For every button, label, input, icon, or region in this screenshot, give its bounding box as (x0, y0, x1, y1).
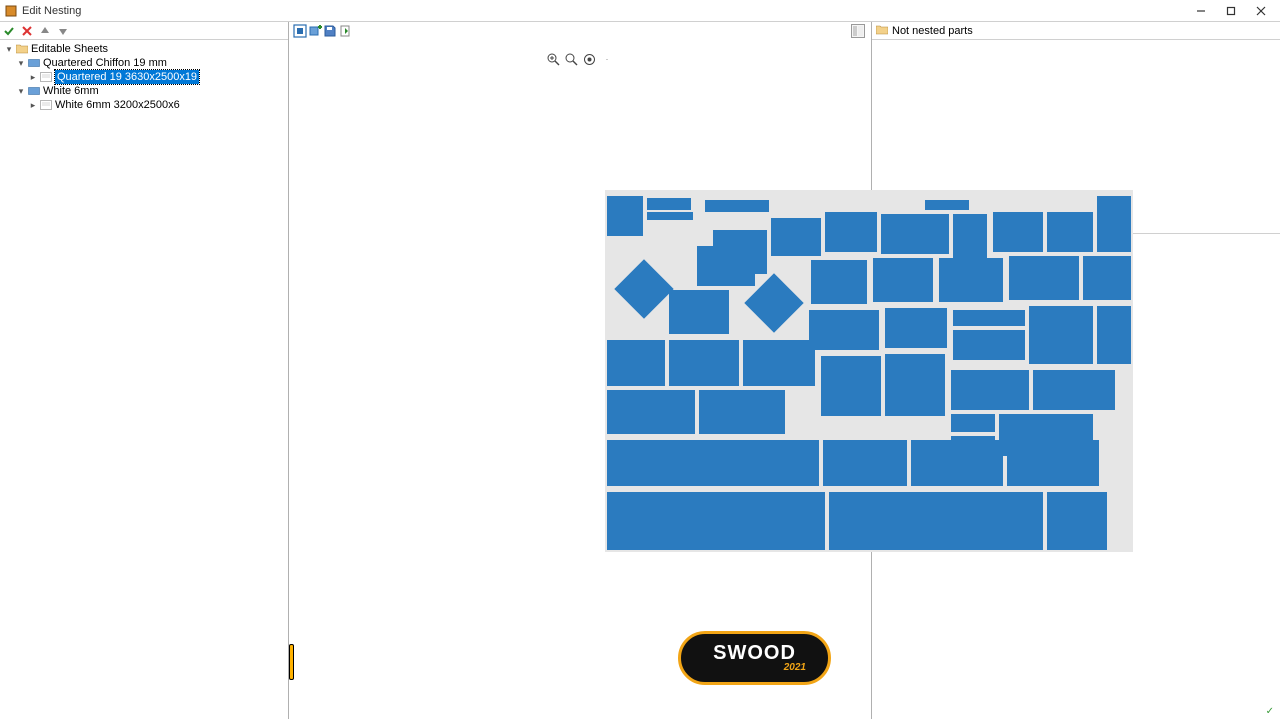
expander-icon[interactable]: ▾ (4, 44, 14, 54)
nested-part[interactable] (1083, 256, 1131, 300)
nested-part[interactable] (821, 356, 881, 416)
nested-part[interactable] (885, 354, 945, 416)
nested-part[interactable] (823, 440, 907, 486)
expander-icon[interactable]: ▾ (16, 58, 26, 68)
fit-view-icon[interactable] (293, 24, 307, 38)
nested-part[interactable] (607, 440, 819, 486)
up-arrow-icon[interactable] (38, 24, 52, 38)
tree-panel: ▾ Editable Sheets ▾ Quartered Chiffon 19… (0, 22, 289, 719)
right-panel-header: Not nested parts (872, 22, 1280, 40)
nested-part[interactable] (1097, 196, 1131, 252)
window-title: Edit Nesting (22, 5, 1186, 17)
nested-part[interactable] (953, 310, 1025, 326)
nested-part[interactable] (825, 212, 877, 252)
material-icon (28, 57, 40, 69)
expander-icon[interactable]: ▸ (28, 72, 38, 82)
panel-toggle-icon[interactable] (851, 24, 865, 38)
zoom-in-icon[interactable] (546, 52, 560, 66)
main-layout: ▾ Editable Sheets ▾ Quartered Chiffon 19… (0, 22, 1280, 719)
logo-brand: SWOOD (713, 643, 796, 663)
sheet-icon (40, 71, 52, 83)
tree-root-label: Editable Sheets (31, 42, 108, 56)
tree-material-1-label: Quartered Chiffon 19 mm (43, 56, 167, 70)
nested-part[interactable] (697, 246, 755, 286)
material-icon (28, 85, 40, 97)
window-controls (1186, 1, 1276, 21)
nested-part[interactable] (771, 218, 821, 256)
viewport-zoom-tools: · (546, 52, 614, 66)
tree-root[interactable]: ▾ Editable Sheets (2, 42, 286, 56)
nested-part[interactable] (925, 200, 969, 210)
nested-part[interactable] (607, 390, 695, 434)
nested-part[interactable] (1029, 306, 1093, 364)
add-sheet-icon[interactable] (308, 24, 322, 38)
nested-part[interactable] (699, 390, 785, 434)
nested-part[interactable] (647, 198, 691, 210)
nested-part[interactable] (951, 370, 1029, 410)
app-icon (4, 4, 18, 18)
export-icon[interactable] (338, 24, 352, 38)
minimize-button[interactable] (1186, 1, 1216, 21)
maximize-button[interactable] (1216, 1, 1246, 21)
nested-part[interactable] (1033, 370, 1115, 410)
nested-part[interactable] (669, 290, 729, 334)
swood-logo: SWOOD 2021 (678, 631, 831, 685)
nested-part[interactable] (743, 340, 815, 386)
tree-content[interactable]: ▾ Editable Sheets ▾ Quartered Chiffon 19… (0, 40, 288, 719)
nested-part[interactable] (953, 330, 1025, 360)
nested-part[interactable] (607, 340, 665, 386)
nested-part[interactable] (809, 310, 879, 350)
nested-part[interactable] (607, 196, 643, 236)
viewport[interactable]: · SWOOD 2021 (289, 22, 872, 719)
down-arrow-icon[interactable] (56, 24, 70, 38)
nested-part[interactable] (939, 258, 1003, 302)
nested-part[interactable] (647, 212, 693, 220)
logo-year: 2021 (784, 662, 806, 673)
highlight-bar (289, 644, 294, 680)
nested-part[interactable] (993, 212, 1043, 252)
more-icon[interactable]: · (600, 52, 614, 66)
nested-part[interactable] (1009, 256, 1079, 300)
nested-part[interactable] (1007, 440, 1099, 486)
nested-part[interactable] (1097, 306, 1131, 364)
pan-icon[interactable] (582, 52, 596, 66)
cancel-icon[interactable] (20, 24, 34, 38)
titlebar: Edit Nesting (0, 0, 1280, 22)
right-panel-title: Not nested parts (892, 25, 973, 37)
nested-part[interactable] (829, 492, 1043, 550)
expander-icon[interactable]: ▸ (28, 100, 38, 110)
nested-part[interactable] (669, 340, 739, 386)
tree-sheet-1-label: Quartered 19 3630x2500x19 (55, 70, 199, 84)
folder-icon (16, 43, 28, 55)
folder-icon (876, 25, 888, 37)
nested-part[interactable] (881, 214, 949, 254)
expander-icon[interactable]: ▾ (16, 86, 26, 96)
tree-toolbar (0, 22, 288, 40)
tree-sheet-2-label: White 6mm 3200x2500x6 (55, 98, 180, 112)
tree-sheet-1[interactable]: ▸ Quartered 19 3630x2500x19 (2, 70, 286, 84)
status-check-icon: ✓ (1266, 706, 1274, 717)
nested-part[interactable] (951, 414, 995, 432)
viewport-toolbar (293, 24, 352, 38)
zoom-fit-icon[interactable] (564, 52, 578, 66)
tree-sheet-2[interactable]: ▸ White 6mm 3200x2500x6 (2, 98, 286, 112)
nested-part[interactable] (885, 308, 947, 348)
nesting-sheet[interactable] (605, 190, 1133, 552)
nested-part[interactable] (705, 200, 769, 212)
close-button[interactable] (1246, 1, 1276, 21)
nested-part[interactable] (811, 260, 867, 304)
tree-material-2-label: White 6mm (43, 84, 99, 98)
accept-icon[interactable] (2, 24, 16, 38)
nested-part[interactable] (873, 258, 933, 302)
sheet-icon (40, 99, 52, 111)
save-icon[interactable] (323, 24, 337, 38)
nested-part[interactable] (1047, 492, 1107, 550)
nested-part[interactable] (607, 492, 825, 550)
tree-material-2[interactable]: ▾ White 6mm (2, 84, 286, 98)
nested-part[interactable] (614, 259, 673, 318)
nested-part[interactable] (1047, 212, 1093, 252)
tree-material-1[interactable]: ▾ Quartered Chiffon 19 mm (2, 56, 286, 70)
nested-part[interactable] (911, 440, 1003, 486)
